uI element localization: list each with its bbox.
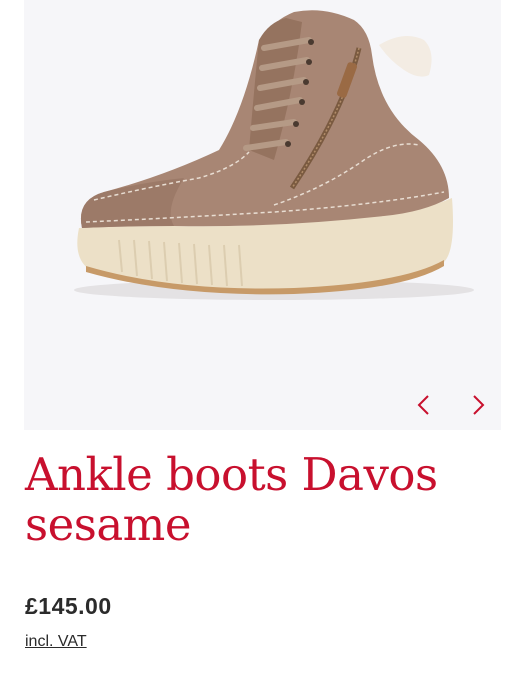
product-page: Ankle boots Davos sesame £145.00 incl. V… <box>0 0 527 699</box>
product-image-gallery[interactable] <box>24 0 501 430</box>
product-title: Ankle boots Davos sesame <box>25 448 438 551</box>
product-price: £145.00 <box>25 593 112 619</box>
chevron-left-icon <box>417 395 429 415</box>
gallery-prev-button[interactable] <box>407 388 441 422</box>
product-image <box>74 10 474 300</box>
vat-info-link[interactable]: incl. VAT <box>25 633 87 651</box>
gallery-next-button[interactable] <box>461 388 495 422</box>
chevron-right-icon <box>473 395 485 415</box>
